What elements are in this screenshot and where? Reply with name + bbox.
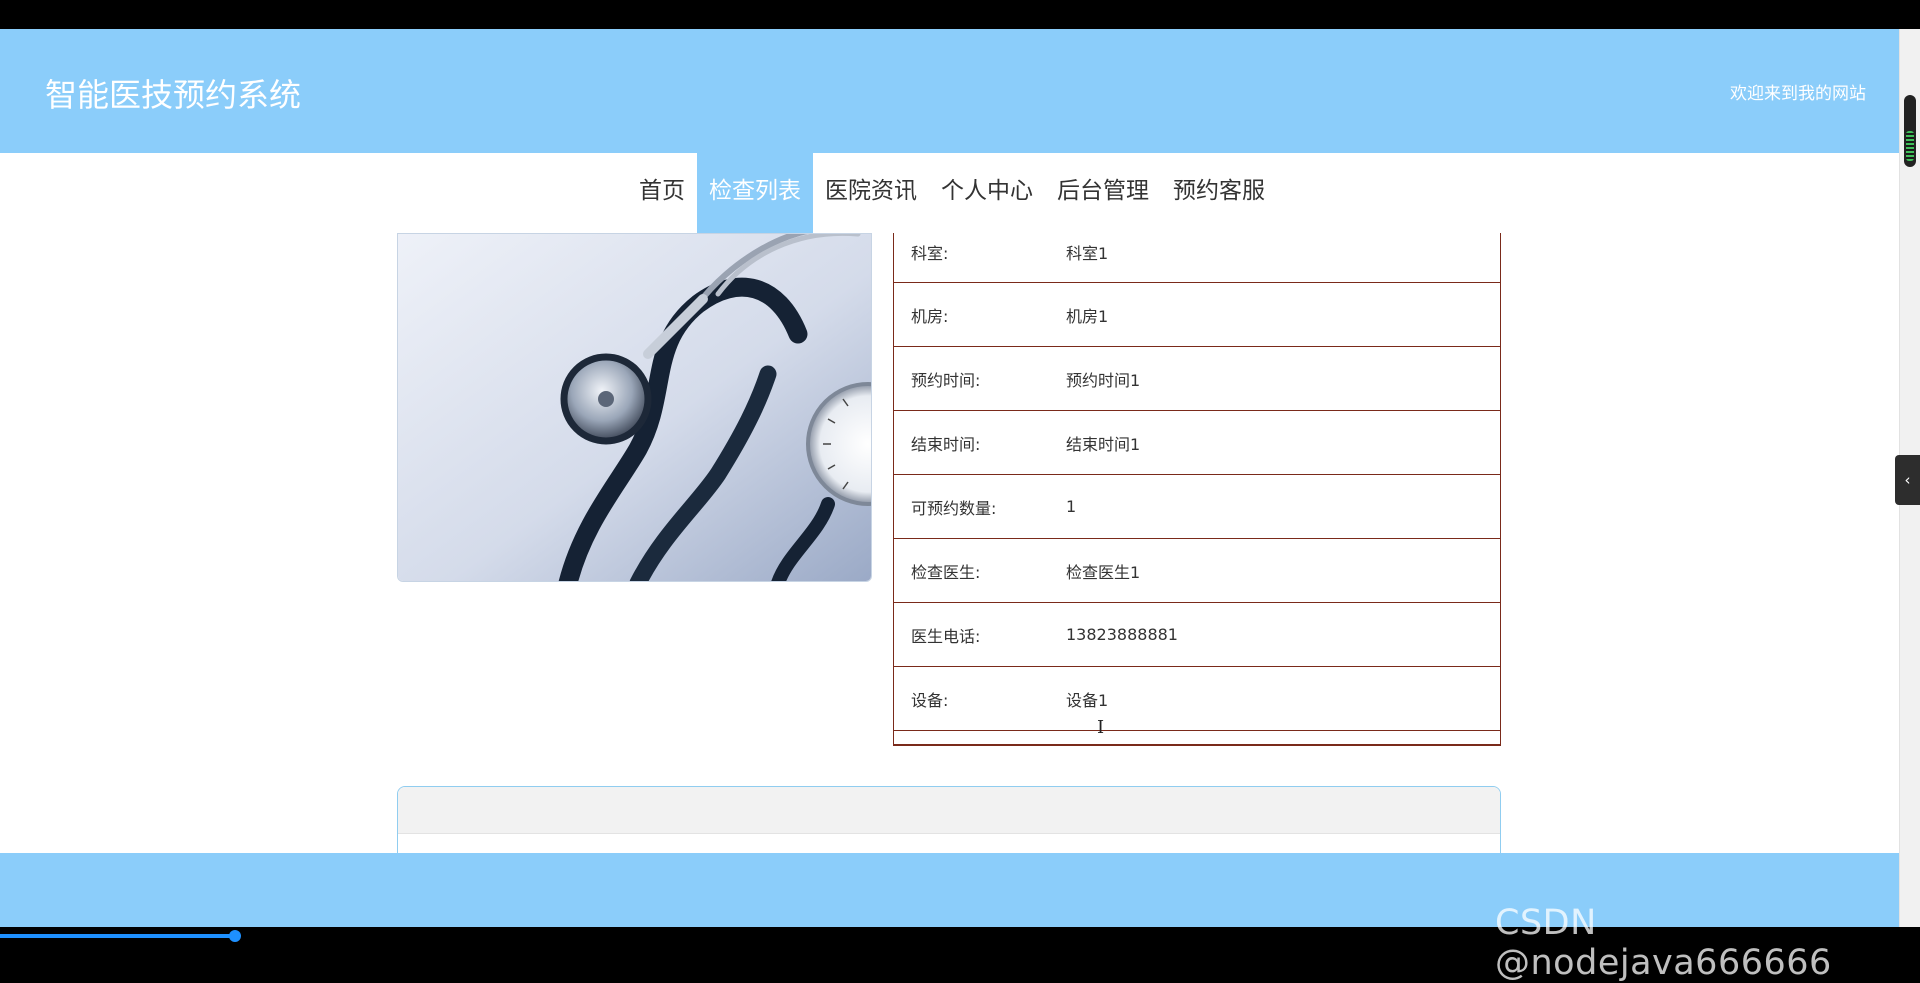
nav-item-personal-center[interactable]: 个人中心 bbox=[929, 153, 1045, 233]
detail-row-doctor: 检查医生: 检查医生1 bbox=[894, 539, 1500, 603]
nav-item-customer-service[interactable]: 预约客服 bbox=[1161, 153, 1277, 233]
detail-value: 机房1 bbox=[1066, 306, 1109, 326]
detail-row-room: 机房: 机房1 bbox=[894, 283, 1500, 347]
side-panel-toggle[interactable]: ‹ bbox=[1895, 455, 1920, 505]
detail-label: 设备: bbox=[911, 690, 949, 710]
text-cursor-icon: I bbox=[1097, 717, 1105, 738]
detail-label: 医生电话: bbox=[911, 626, 981, 646]
detail-label: 预约时间: bbox=[911, 370, 981, 390]
playback-progress[interactable] bbox=[0, 934, 236, 938]
site-header: 智能医技预约系统 欢迎来到我的网站 bbox=[0, 29, 1899, 153]
nav-item-exam-list[interactable]: 检查列表 bbox=[697, 153, 813, 233]
detail-value: 13823888881 bbox=[1066, 625, 1178, 644]
chevron-left-icon: ‹ bbox=[1904, 471, 1911, 489]
detail-content: 科室: 科室1 机房: 机房1 预约时间: 预约时间1 结束时间: 结束时间1 … bbox=[0, 233, 1899, 882]
detail-row-doctor-phone: 医生电话: 13823888881 bbox=[894, 603, 1500, 667]
nav-item-home[interactable]: 首页 bbox=[627, 153, 697, 233]
exam-image bbox=[397, 233, 872, 582]
detail-label: 结束时间: bbox=[911, 434, 981, 454]
detail-row-department: 科室: 科室1 bbox=[894, 233, 1500, 283]
detail-row-capacity: 可预约数量: 1 bbox=[894, 475, 1500, 539]
playback-knob[interactable] bbox=[229, 930, 241, 942]
detail-table: 科室: 科室1 机房: 机房1 预约时间: 预约时间1 结束时间: 结束时间1 … bbox=[893, 233, 1501, 746]
page-viewport: 智能医技预约系统 欢迎来到我的网站 首页 检查列表 医院资讯 个人中心 后台管理… bbox=[0, 29, 1899, 927]
detail-value: 检查医生1 bbox=[1066, 562, 1141, 582]
detail-table-tail bbox=[894, 731, 1500, 746]
main-nav: 首页 检查列表 医院资讯 个人中心 后台管理 预约客服 bbox=[0, 153, 1899, 233]
comment-panel-header bbox=[398, 787, 1500, 834]
detail-row-end-time: 结束时间: 结束时间1 bbox=[894, 411, 1500, 475]
detail-value: 科室1 bbox=[1066, 244, 1109, 263]
nav-item-admin[interactable]: 后台管理 bbox=[1045, 153, 1161, 233]
comment-panel bbox=[397, 786, 1501, 861]
detail-value: 预约时间1 bbox=[1066, 370, 1141, 390]
detail-label: 科室: bbox=[911, 244, 949, 263]
detail-value: 1 bbox=[1066, 497, 1077, 516]
detail-label: 检查医生: bbox=[911, 562, 981, 582]
detail-value: 结束时间1 bbox=[1066, 434, 1141, 454]
browser-top-bar bbox=[0, 0, 1920, 29]
detail-label: 可预约数量: bbox=[911, 498, 997, 518]
detail-row-equipment: 设备: 设备1 bbox=[894, 667, 1500, 731]
site-title: 智能医技预约系统 bbox=[45, 76, 302, 114]
detail-row-start-time: 预约时间: 预约时间1 bbox=[894, 347, 1500, 411]
scrollbar-grip-icon bbox=[1906, 131, 1914, 161]
stethoscope-image bbox=[398, 234, 871, 581]
welcome-text: 欢迎来到我的网站 bbox=[1730, 84, 1866, 104]
nav-item-hospital-news[interactable]: 医院资讯 bbox=[813, 153, 929, 233]
watermark: CSDN @nodejava666666 bbox=[1495, 903, 1832, 983]
detail-label: 机房: bbox=[911, 306, 949, 326]
